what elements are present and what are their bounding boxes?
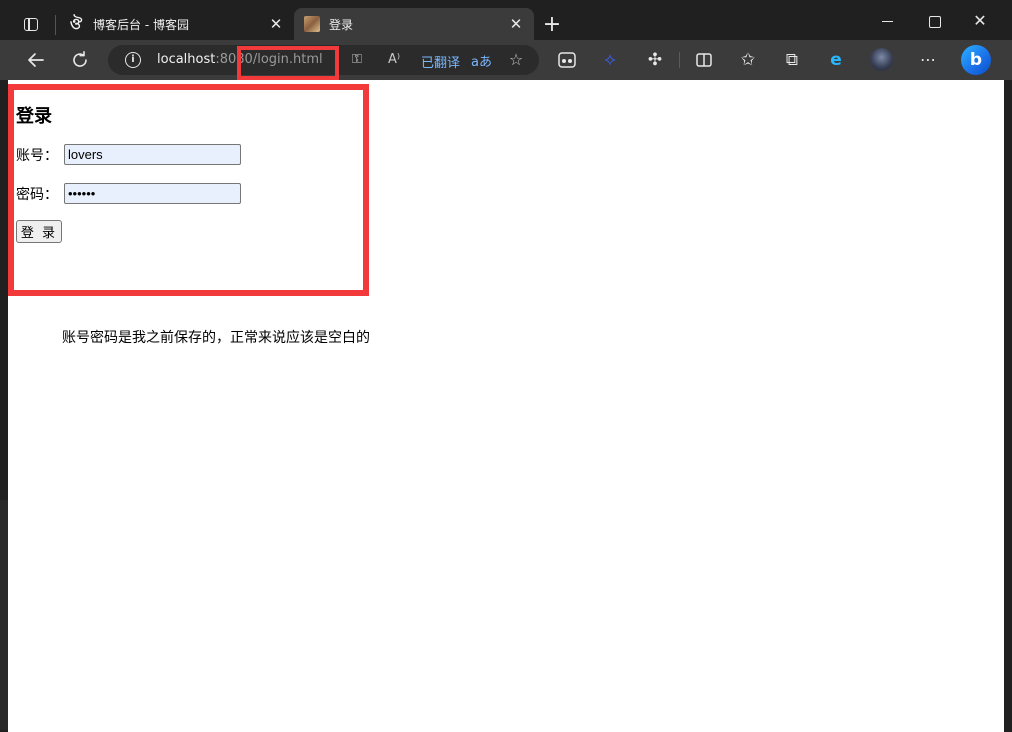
tab-login[interactable]: 登录 ✕ <box>294 8 534 40</box>
translated-label[interactable]: 已翻译 <box>421 52 460 71</box>
new-tab-button[interactable]: + <box>538 12 566 40</box>
info-icon[interactable]: i <box>125 52 141 68</box>
tab-title: 博客后台 - 博客园 <box>93 17 189 32</box>
annotation-note: 账号密码是我之前保存的，正常来说应该是空白的 <box>62 330 370 346</box>
refresh-icon[interactable] <box>68 48 92 72</box>
more-options-icon[interactable]: ⋯ <box>916 48 940 72</box>
read-aloud-icon[interactable]: A⁾ <box>384 50 404 70</box>
extensions-puzzle-icon[interactable]: ✣ <box>643 48 667 72</box>
key-icon[interactable]: ⚿ <box>347 50 367 70</box>
account-input[interactable] <box>64 144 241 165</box>
favorite-add-icon[interactable]: ☆ <box>506 50 526 70</box>
ie-mode-icon[interactable]: e <box>824 48 848 72</box>
password-label: 密码： <box>16 186 58 203</box>
tab-separator <box>55 15 56 35</box>
address-bar[interactable]: i localhost:8080/login.html ⚿ A⁾ 已翻译 aあ … <box>108 45 539 80</box>
tab-blog-admin[interactable]: ঔ 博客后台 - 博客园 ✕ <box>58 8 294 40</box>
profile-avatar[interactable] <box>870 48 893 71</box>
vscode-icon[interactable]: ⟡ <box>598 48 622 72</box>
tab-actions-icon <box>24 18 38 31</box>
split-screen-icon[interactable] <box>692 48 716 72</box>
password-input[interactable] <box>64 183 241 204</box>
window-close-button[interactable]: ✕ <box>958 6 1002 36</box>
page-viewport: 登录 账号： 密码： 登 录 账号密码是我之前保存的，正常来说应该是空白的 <box>8 80 1004 732</box>
tab-actions-button[interactable] <box>18 12 46 38</box>
title-bar: ঔ 博客后台 - 博客园 ✕ 登录 ✕ + ✕ <box>0 0 1012 40</box>
back-arrow-icon[interactable] <box>24 48 48 72</box>
login-button[interactable]: 登 录 <box>16 220 62 243</box>
translate-icon[interactable]: aあ <box>471 51 492 70</box>
page-title: 登录 <box>16 106 52 127</box>
maximize-button[interactable] <box>912 6 956 36</box>
toolbar-separator <box>679 52 680 68</box>
page-thumbnail-icon <box>304 16 320 32</box>
tab-title: 登录 <box>329 17 354 32</box>
close-icon[interactable]: ✕ <box>266 14 286 34</box>
favorites-icon[interactable]: ✩ <box>736 48 760 72</box>
browser-toolbar: i localhost:8080/login.html ⚿ A⁾ 已翻译 aあ … <box>0 40 1012 80</box>
extension-icon[interactable] <box>555 48 579 72</box>
close-icon[interactable]: ✕ <box>506 14 526 34</box>
url-host: localhost <box>157 52 216 67</box>
background-window-edge <box>0 500 8 730</box>
url-highlight-box <box>237 46 339 80</box>
cnblogs-icon: ঔ <box>69 15 83 33</box>
bing-chat-icon[interactable]: b <box>961 45 991 75</box>
account-label: 账号： <box>16 147 58 164</box>
minimize-button[interactable] <box>865 6 909 36</box>
password-row: 密码： <box>16 183 241 204</box>
account-row: 账号： <box>16 144 241 165</box>
collections-icon[interactable]: ⧉ <box>780 48 804 72</box>
